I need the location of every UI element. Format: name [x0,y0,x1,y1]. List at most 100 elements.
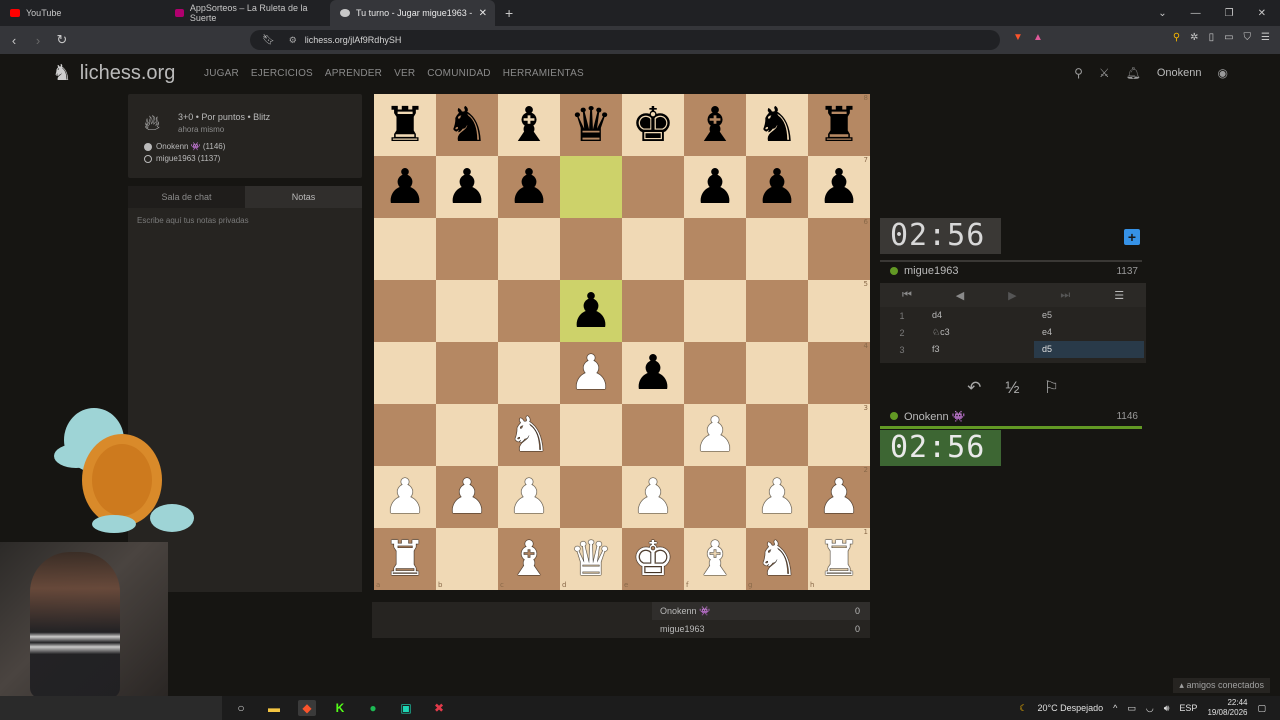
square-e1[interactable]: ♚ e [622,528,684,590]
square-d6[interactable] [560,218,622,280]
square-h8[interactable]: ♜ 8 [808,94,870,156]
nav-learn[interactable]: APRENDER [325,68,382,79]
white-pawn-icon[interactable]: ♟ [383,473,426,521]
tab-youtube[interactable]: YouTube [0,0,165,26]
square-c2[interactable]: ♟ [498,466,560,528]
square-g6[interactable] [746,218,808,280]
square-c7[interactable]: ♟ [498,156,560,218]
black-pawn-icon[interactable]: ♟ [755,163,798,211]
square-b1[interactable]: b [436,528,498,590]
restore-icon[interactable]: ❐ [1225,8,1234,19]
black-move[interactable]: e4 [1034,324,1144,341]
capcut-icon[interactable]: ✖ [430,700,448,716]
tab-notes[interactable]: Notas [245,186,362,208]
square-h7[interactable]: ♟ 7 [808,156,870,218]
square-a6[interactable] [374,218,436,280]
square-e3[interactable] [622,404,684,466]
tray-chevron-icon[interactable]: ^ [1113,703,1117,713]
square-d5[interactable]: ♟ [560,280,622,342]
square-f3[interactable]: ♟ [684,404,746,466]
challenge-icon[interactable]: ⚔ [1099,66,1110,80]
black-move[interactable]: e5 [1034,307,1144,324]
black-player-info[interactable]: migue1963 (1137) [144,154,220,163]
black-pawn-icon[interactable]: ♟ [693,163,736,211]
square-g8[interactable]: ♞ [746,94,808,156]
white-bishop-icon[interactable]: ♝ [693,535,736,583]
white-pawn-icon[interactable]: ♟ [445,473,488,521]
language-indicator[interactable]: ESP [1179,703,1197,713]
white-pawn-icon[interactable]: ♟ [507,473,550,521]
square-b5[interactable] [436,280,498,342]
wallet-icon[interactable]: ▭ [1224,32,1233,43]
square-e4[interactable]: ♟ [622,342,684,404]
site-info-icon[interactable]: ⚙︎ [289,35,297,46]
last-move-icon[interactable]: ⏭ [1060,289,1070,302]
white-move[interactable]: f3 [924,341,1034,358]
address-bar[interactable]: 🔖︎ ⚙︎ lichess.org/jlAf9RdhySH [250,30,1000,50]
square-h2[interactable]: ♟ 2 [808,466,870,528]
square-c3[interactable]: ♞ [498,404,560,466]
tab-search-icon[interactable]: ⌄ [1158,8,1166,19]
square-c6[interactable] [498,218,560,280]
self-player-row[interactable]: Onokenn 👾 1146 [880,407,1142,425]
streaming-app-icon[interactable]: ▣ [397,700,415,716]
nav-puzzles[interactable]: EJERCICIOS [251,68,313,79]
search-icon[interactable]: ⚲ [1074,66,1083,80]
white-king-icon[interactable]: ♚ [631,535,674,583]
menu-icon[interactable]: ☰ [1114,289,1124,302]
notifications-icon[interactable]: 🔔︎ [1126,66,1141,80]
back-icon[interactable]: ‹ [4,33,24,48]
reload-icon[interactable]: ↻ [52,32,72,48]
square-g3[interactable] [746,404,808,466]
bookmark-icon[interactable]: 🔖︎ [262,35,275,46]
square-c5[interactable] [498,280,560,342]
add-time-button[interactable]: + [1124,229,1140,245]
black-pawn-icon[interactable]: ♟ [383,163,426,211]
white-knight-icon[interactable]: ♞ [755,535,798,583]
white-pawn-icon[interactable]: ♟ [693,411,736,459]
nav-watch[interactable]: VER [394,68,415,79]
forward-icon[interactable]: › [28,33,48,48]
user-avatar-icon[interactable]: ◉ [1218,66,1228,80]
square-d1[interactable]: ♛ d [560,528,622,590]
square-f2[interactable] [684,466,746,528]
taskbar-search[interactable] [0,696,222,720]
square-d4[interactable]: ♟ [560,342,622,404]
menu-icon[interactable]: ☰ [1261,32,1270,43]
extensions-icon[interactable]: ✲ [1190,32,1198,43]
cortana-icon[interactable]: ○ [232,700,250,716]
square-a2[interactable]: ♟ [374,466,436,528]
tab-appsorteos[interactable]: AppSorteos – La Ruleta de la Suerte [165,0,330,26]
username-link[interactable]: Onokenn [1157,67,1202,79]
white-bishop-icon[interactable]: ♝ [507,535,550,583]
square-f8[interactable]: ♝ [684,94,746,156]
square-d3[interactable] [560,404,622,466]
file-explorer-icon[interactable]: ▬ [265,700,283,716]
wifi-icon[interactable]: ◡ [1146,703,1154,714]
white-pawn-icon[interactable]: ♟ [755,473,798,521]
black-knight-icon[interactable]: ♞ [445,101,488,149]
square-b6[interactable] [436,218,498,280]
square-h5[interactable]: 5 [808,280,870,342]
weather-text[interactable]: 20°C Despejado [1037,703,1103,713]
white-pawn-icon[interactable]: ♟ [569,349,612,397]
square-a7[interactable]: ♟ [374,156,436,218]
square-f6[interactable] [684,218,746,280]
first-move-icon[interactable]: ⏮ [902,289,912,302]
lichess-logo[interactable]: ♞ lichess.org [52,60,175,86]
square-g7[interactable]: ♟ [746,156,808,218]
square-e2[interactable]: ♟ [622,466,684,528]
square-g4[interactable] [746,342,808,404]
brave-shield-icon[interactable]: ▼ [1013,32,1023,43]
black-pawn-icon[interactable]: ♟ [817,163,860,211]
square-f1[interactable]: ♝ f [684,528,746,590]
square-e6[interactable] [622,218,684,280]
white-player-info[interactable]: Onokenn 👾 (1146) [144,142,225,151]
square-b8[interactable]: ♞ [436,94,498,156]
network-icon[interactable]: ▭ [1127,703,1136,714]
tab-lichess[interactable]: Tu turno - Jugar migue1963 - ✕ [330,0,495,26]
nav-tools[interactable]: HERRAMIENTAS [503,68,584,79]
close-tab-icon[interactable]: ✕ [479,8,487,19]
square-d8[interactable]: ♛ [560,94,622,156]
square-c4[interactable] [498,342,560,404]
